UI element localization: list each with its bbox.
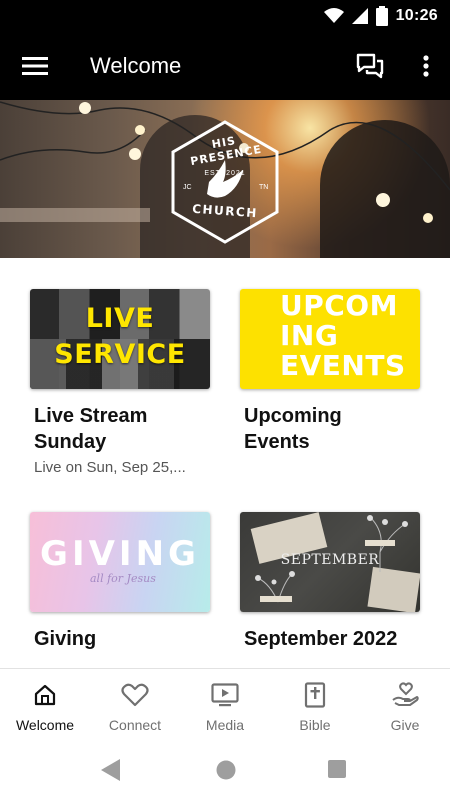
card-upcoming-events[interactable]: UPCOM ING EVENTS Upcoming Events (240, 289, 420, 455)
events-thumb-text: UPCOM ING EVENTS (280, 289, 406, 382)
giving-thumbnail: GIVING all for Jesus (30, 512, 210, 612)
hero-banner: HIS PRESENCE EST. 2021 JC TN CHURCH (0, 100, 450, 258)
back-icon[interactable] (101, 759, 121, 781)
battery-icon (375, 6, 388, 26)
logo-est-text: EST. 2021 (204, 170, 246, 177)
giving-thumb-text: GIVING (40, 534, 200, 574)
nav-item-connect[interactable]: Connect (90, 669, 180, 741)
status-time: 10:26 (395, 7, 438, 24)
heart-icon (120, 681, 150, 709)
page-title: Welcome (90, 53, 182, 78)
menu-button[interactable] (18, 52, 52, 80)
nav-item-give[interactable]: Give (360, 669, 450, 741)
card-subtitle: Live on Sun, Sep 25,... (34, 459, 186, 476)
september-thumb-text: SEPTEMBER (280, 552, 380, 568)
card-live-stream[interactable]: LIVE SERVICE Live Stream Sunday Live on … (30, 289, 210, 476)
signal-icon (351, 8, 368, 24)
bottom-navigation: Welcome Connect Media Bible Give (0, 668, 450, 740)
september-thumbnail: SEPTEMBER (240, 512, 420, 612)
live-service-thumb-text: LIVE SERVICE (54, 303, 186, 370)
more-options-button[interactable] (416, 50, 436, 82)
live-service-thumbnail: LIVE SERVICE (30, 289, 210, 389)
nav-label: Media (205, 717, 245, 733)
card-title: Live Stream Sunday (34, 405, 148, 453)
wifi-icon (323, 8, 344, 23)
card-september-2022[interactable]: SEPTEMBER September 2022 (240, 512, 420, 652)
screen: 10:26 Welcome HIS PRESENCE EST. 2021 JC … (0, 0, 450, 800)
more-vert-icon (423, 55, 429, 77)
card-title: Giving (34, 628, 97, 650)
home-circle-icon[interactable] (216, 760, 236, 780)
logo-right-text: TN (259, 184, 269, 191)
nav-label: Welcome (15, 717, 75, 733)
nav-item-media[interactable]: Media (180, 669, 270, 741)
upcoming-events-thumbnail: UPCOM ING EVENTS (240, 289, 420, 389)
card-title: September 2022 (244, 628, 398, 650)
chat-icon (356, 53, 384, 79)
nav-label: Bible (299, 717, 331, 733)
card-title: Upcoming Events (244, 405, 342, 453)
home-icon (30, 681, 60, 709)
give-hand-heart-icon (390, 681, 420, 709)
play-screen-icon (210, 681, 240, 709)
status-bar: 10:26 (0, 0, 450, 32)
giving-thumb-script: all for Jesus (90, 572, 156, 585)
nav-item-bible[interactable]: Bible (270, 669, 360, 741)
chat-button[interactable] (354, 50, 386, 82)
system-navigation-bar (0, 740, 450, 800)
recent-apps-icon[interactable] (328, 760, 346, 778)
menu-icon (22, 57, 48, 75)
app-bar: Welcome (0, 32, 450, 100)
card-giving[interactable]: GIVING all for Jesus Giving (30, 512, 210, 652)
nav-label: Connect (108, 717, 162, 733)
nav-item-welcome[interactable]: Welcome (0, 669, 90, 741)
logo-left-text: JC (183, 184, 192, 191)
status-icons: 10:26 (323, 6, 438, 26)
bible-icon (300, 681, 330, 709)
nav-label: Give (390, 717, 420, 733)
